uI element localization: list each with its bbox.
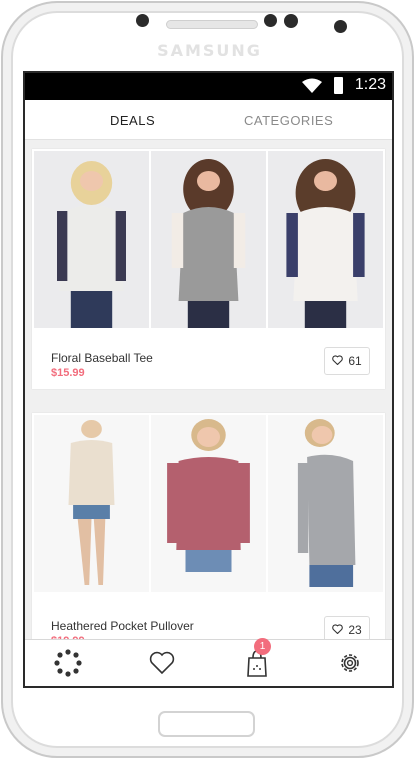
nav-settings-button[interactable] [335,648,365,678]
app-screen: 1:23 DEALS CATEGORIES Floral Baseball Te… [23,71,394,688]
sensor [264,14,277,27]
product-photo[interactable] [151,415,268,592]
heart-icon [332,623,344,637]
status-clock: 1:23 [354,76,386,93]
product-card[interactable]: Heathered Pocket Pullover $19.99 23 [32,413,385,646]
device-brand: SAMSUNG [157,41,262,60]
nav-favorites-button[interactable] [147,648,177,678]
product-name[interactable]: Heathered Pocket Pullover [51,619,194,633]
product-gallery[interactable] [34,151,383,328]
tab-bar: DEALS CATEGORIES [25,100,392,140]
bottom-navigation: 1 [25,638,392,686]
heart-icon [332,354,344,368]
loading-dots-icon [53,649,83,682]
wifi-icon [302,78,322,99]
product-photo[interactable] [268,415,383,592]
nav-feed-button[interactable] [53,648,83,678]
product-name[interactable]: Floral Baseball Tee [51,351,153,365]
product-card[interactable]: Floral Baseball Tee $15.99 61 [32,149,385,389]
front-camera [136,14,149,27]
like-button[interactable]: 61 [324,347,370,375]
sensor [334,20,347,33]
product-gallery[interactable] [34,415,383,592]
nav-cart-button[interactable]: 1 [242,638,272,678]
product-feed[interactable]: Floral Baseball Tee $15.99 61 Heathered … [25,141,392,646]
tab-categories[interactable]: CATEGORIES [244,113,333,128]
like-count: 23 [348,623,362,637]
shopping-bag-icon [242,650,272,682]
product-price: $15.99 [51,367,85,379]
speaker-grille [166,20,258,29]
product-photo[interactable] [34,151,151,328]
product-photo[interactable] [34,415,151,592]
home-button[interactable] [158,711,255,737]
product-photo[interactable] [268,151,383,328]
gear-icon [335,654,365,682]
tab-deals[interactable]: DEALS [110,113,155,128]
heart-icon [147,651,177,682]
product-photo[interactable] [151,151,268,328]
battery-icon [334,77,343,94]
status-bar: 1:23 [25,73,392,100]
sensor [284,14,298,28]
cart-badge: 1 [254,638,271,655]
like-count: 61 [348,354,362,368]
